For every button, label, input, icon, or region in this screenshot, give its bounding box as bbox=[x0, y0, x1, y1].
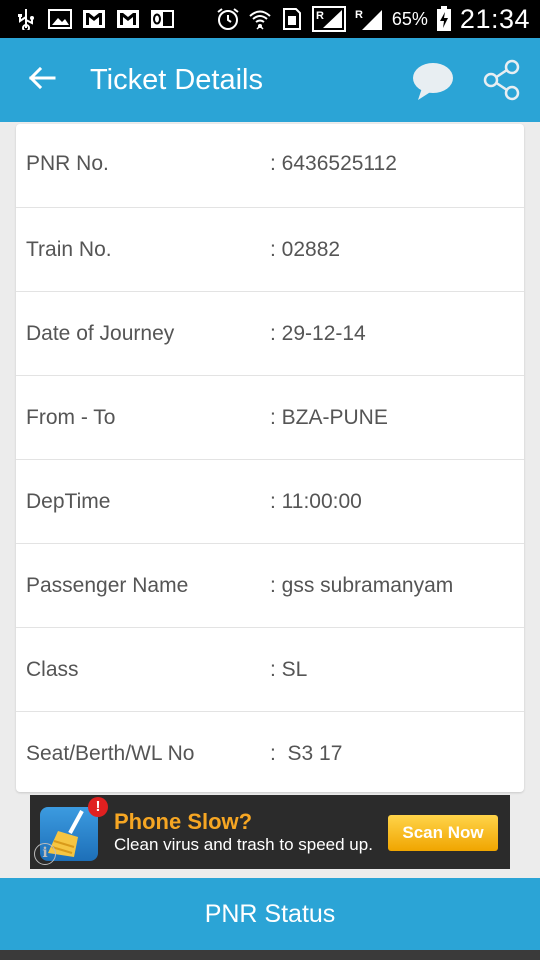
ad-subtitle: Clean virus and trash to speed up. bbox=[114, 835, 373, 854]
usb-icon bbox=[14, 8, 38, 30]
row-value: : gss subramanyam bbox=[270, 574, 454, 597]
ticket-row-class: Class : SL bbox=[16, 628, 524, 712]
scan-now-button[interactable]: Scan Now bbox=[388, 815, 498, 851]
ad-banner[interactable]: ! Phone Slow? Clean virus and trash to s… bbox=[30, 795, 510, 869]
outlook-icon bbox=[150, 8, 174, 30]
ticket-row-date: Date of Journey : 29-12-14 bbox=[16, 292, 524, 376]
battery-percent: 65% bbox=[391, 8, 428, 29]
battery-charging-icon bbox=[436, 6, 452, 31]
status-bar: R R 65% 21:34 bbox=[0, 0, 540, 38]
row-value: : BZA-PUNE bbox=[270, 406, 388, 429]
chat-bubble-icon bbox=[410, 63, 456, 106]
row-label: Class bbox=[26, 658, 79, 681]
gmail-icon bbox=[82, 8, 106, 30]
row-value: : S3 17 bbox=[270, 742, 343, 765]
ticket-row-from-to: From - To : BZA-PUNE bbox=[16, 376, 524, 460]
chat-button[interactable] bbox=[410, 60, 456, 102]
row-value: : 29-12-14 bbox=[270, 322, 366, 345]
sim-icon bbox=[280, 8, 304, 30]
signal-r-icon: R bbox=[311, 6, 346, 32]
back-button[interactable] bbox=[22, 60, 62, 100]
share-icon bbox=[480, 59, 524, 106]
app-bar: Ticket Details bbox=[0, 38, 540, 122]
row-label: PNR No. bbox=[26, 152, 109, 175]
ticket-details-card: PNR No. : 6436525112 Train No. : 02882 D… bbox=[16, 124, 524, 792]
row-value: : 02882 bbox=[270, 238, 341, 261]
svg-text:R: R bbox=[316, 10, 324, 22]
ticket-row-deptime: DepTime : 11:00:00 bbox=[16, 460, 524, 544]
share-button[interactable] bbox=[480, 58, 524, 102]
signal-r-icon: R bbox=[354, 8, 384, 30]
pnr-status-button[interactable]: PNR Status bbox=[0, 878, 540, 950]
svg-text:R: R bbox=[355, 9, 363, 21]
wifi-icon bbox=[248, 8, 272, 30]
row-label: From - To bbox=[26, 406, 116, 429]
row-label: Train No. bbox=[26, 238, 112, 261]
row-label: DepTime bbox=[26, 490, 111, 513]
notification-icons bbox=[14, 7, 174, 31]
alarm-icon bbox=[216, 8, 240, 30]
row-label: Date of Journey bbox=[26, 322, 175, 345]
gmail-icon bbox=[116, 8, 140, 30]
ticket-row-train: Train No. : 02882 bbox=[16, 208, 524, 292]
row-value: : 11:00:00 bbox=[270, 490, 362, 513]
row-value: : 6436525112 bbox=[270, 152, 397, 175]
ad-title: Phone Slow? bbox=[114, 809, 253, 834]
image-icon bbox=[48, 8, 72, 30]
arrow-left-icon bbox=[28, 66, 56, 95]
system-icons: R R 65% 21:34 bbox=[216, 0, 530, 38]
row-value: : SL bbox=[270, 658, 308, 681]
navigation-bar bbox=[0, 950, 540, 960]
ticket-row-seat: Seat/Berth/WL No : S3 17 bbox=[16, 712, 524, 796]
row-label: Passenger Name bbox=[26, 574, 189, 597]
clock: 21:34 bbox=[459, 3, 530, 34]
ad-alert-badge: ! bbox=[88, 797, 108, 817]
ticket-row-pnr: PNR No. : 6436525112 bbox=[16, 124, 524, 208]
page-title: Ticket Details bbox=[90, 64, 263, 96]
ticket-row-passenger: Passenger Name : gss subramanyam bbox=[16, 544, 524, 628]
row-label: Seat/Berth/WL No bbox=[26, 742, 195, 765]
ad-info-icon[interactable]: i bbox=[34, 843, 56, 865]
